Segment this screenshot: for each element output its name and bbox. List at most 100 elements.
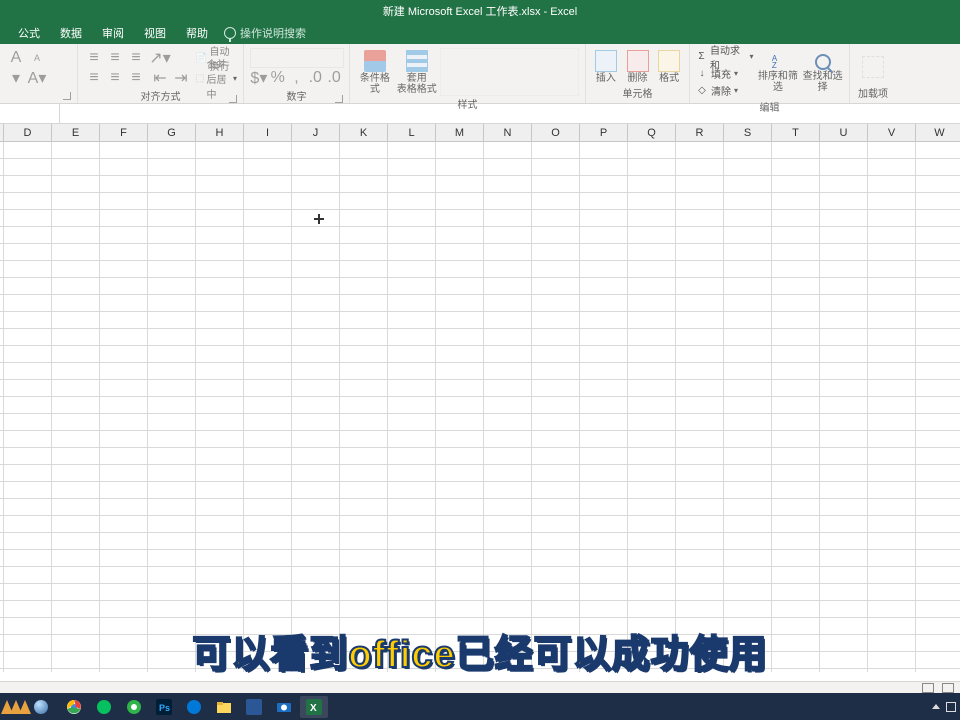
cell[interactable] <box>4 431 52 447</box>
cell[interactable] <box>340 363 388 379</box>
cell[interactable] <box>676 278 724 294</box>
align-bottom-button[interactable]: ≡ <box>126 48 146 68</box>
cell[interactable] <box>916 193 960 209</box>
cell[interactable] <box>340 448 388 464</box>
cell[interactable] <box>196 652 244 668</box>
cell[interactable] <box>340 346 388 362</box>
cell[interactable] <box>820 227 868 243</box>
cell[interactable] <box>244 193 292 209</box>
cell[interactable] <box>340 261 388 277</box>
cell[interactable] <box>628 482 676 498</box>
cell[interactable] <box>724 635 772 651</box>
merge-center-button[interactable]: ⬚合并后居中▾ <box>195 68 237 88</box>
cell[interactable] <box>724 210 772 226</box>
cell[interactable] <box>676 244 724 260</box>
taskbar-app-360[interactable] <box>120 696 148 718</box>
cell[interactable] <box>388 465 436 481</box>
cell[interactable] <box>436 635 484 651</box>
cell[interactable] <box>100 669 148 672</box>
cell[interactable] <box>292 414 340 430</box>
cell[interactable] <box>388 533 436 549</box>
cell[interactable] <box>436 533 484 549</box>
cell[interactable] <box>772 380 820 396</box>
cell[interactable] <box>4 244 52 260</box>
cell[interactable] <box>868 499 916 515</box>
normal-view-button[interactable] <box>922 683 934 693</box>
conditional-formatting-button[interactable]: 条件格式 <box>356 50 394 95</box>
cell[interactable] <box>52 159 100 175</box>
cell[interactable] <box>580 210 628 226</box>
cell[interactable] <box>196 482 244 498</box>
cell[interactable] <box>52 635 100 651</box>
cell[interactable] <box>148 567 196 583</box>
col-header-G[interactable]: G <box>148 124 196 141</box>
cell[interactable] <box>868 380 916 396</box>
font-dialog-launcher[interactable] <box>63 92 71 100</box>
cell[interactable] <box>388 142 436 158</box>
cell[interactable] <box>52 312 100 328</box>
col-header-S[interactable]: S <box>724 124 772 141</box>
cell[interactable] <box>100 584 148 600</box>
cell[interactable] <box>676 346 724 362</box>
cell[interactable] <box>4 550 52 566</box>
tab-help[interactable]: 帮助 <box>176 22 218 44</box>
cell[interactable] <box>676 499 724 515</box>
cell[interactable] <box>388 193 436 209</box>
cell[interactable] <box>100 329 148 345</box>
cell[interactable] <box>916 397 960 413</box>
cell[interactable] <box>148 516 196 532</box>
cell[interactable] <box>52 397 100 413</box>
cell[interactable] <box>244 227 292 243</box>
cell[interactable] <box>628 499 676 515</box>
cell[interactable] <box>820 652 868 668</box>
cell[interactable] <box>388 363 436 379</box>
cell[interactable] <box>292 601 340 617</box>
cell[interactable] <box>148 363 196 379</box>
taskbar-app-edge[interactable] <box>180 696 208 718</box>
cell[interactable] <box>148 278 196 294</box>
cell[interactable] <box>772 414 820 430</box>
cell[interactable] <box>868 635 916 651</box>
cell[interactable] <box>292 278 340 294</box>
cell[interactable] <box>340 618 388 634</box>
cell[interactable] <box>628 448 676 464</box>
cell[interactable] <box>868 584 916 600</box>
cell[interactable] <box>916 380 960 396</box>
cell[interactable] <box>484 227 532 243</box>
cell[interactable] <box>868 142 916 158</box>
cell[interactable] <box>52 431 100 447</box>
cell[interactable] <box>436 346 484 362</box>
cell[interactable] <box>100 652 148 668</box>
cell[interactable] <box>340 499 388 515</box>
cell[interactable] <box>772 312 820 328</box>
cell[interactable] <box>52 142 100 158</box>
cell[interactable] <box>100 210 148 226</box>
cell[interactable] <box>52 499 100 515</box>
cell[interactable] <box>676 159 724 175</box>
cell[interactable] <box>244 635 292 651</box>
cell[interactable] <box>340 159 388 175</box>
cell[interactable] <box>148 210 196 226</box>
cell[interactable] <box>724 142 772 158</box>
cell[interactable] <box>820 584 868 600</box>
cell[interactable] <box>916 533 960 549</box>
cell[interactable] <box>580 618 628 634</box>
cell[interactable] <box>580 363 628 379</box>
taskbar-app-photoshop[interactable]: Ps <box>150 696 178 718</box>
cell[interactable] <box>292 533 340 549</box>
cell[interactable] <box>52 346 100 362</box>
cell[interactable] <box>340 652 388 668</box>
cell[interactable] <box>916 584 960 600</box>
cell[interactable] <box>292 669 340 672</box>
cell[interactable] <box>52 193 100 209</box>
cell[interactable] <box>52 414 100 430</box>
cell[interactable] <box>676 567 724 583</box>
cell[interactable] <box>724 533 772 549</box>
cell[interactable] <box>4 482 52 498</box>
cell[interactable] <box>724 499 772 515</box>
cell[interactable] <box>148 482 196 498</box>
col-header-V[interactable]: V <box>868 124 916 141</box>
cell[interactable] <box>4 142 52 158</box>
cell[interactable] <box>580 380 628 396</box>
cell[interactable] <box>820 244 868 260</box>
